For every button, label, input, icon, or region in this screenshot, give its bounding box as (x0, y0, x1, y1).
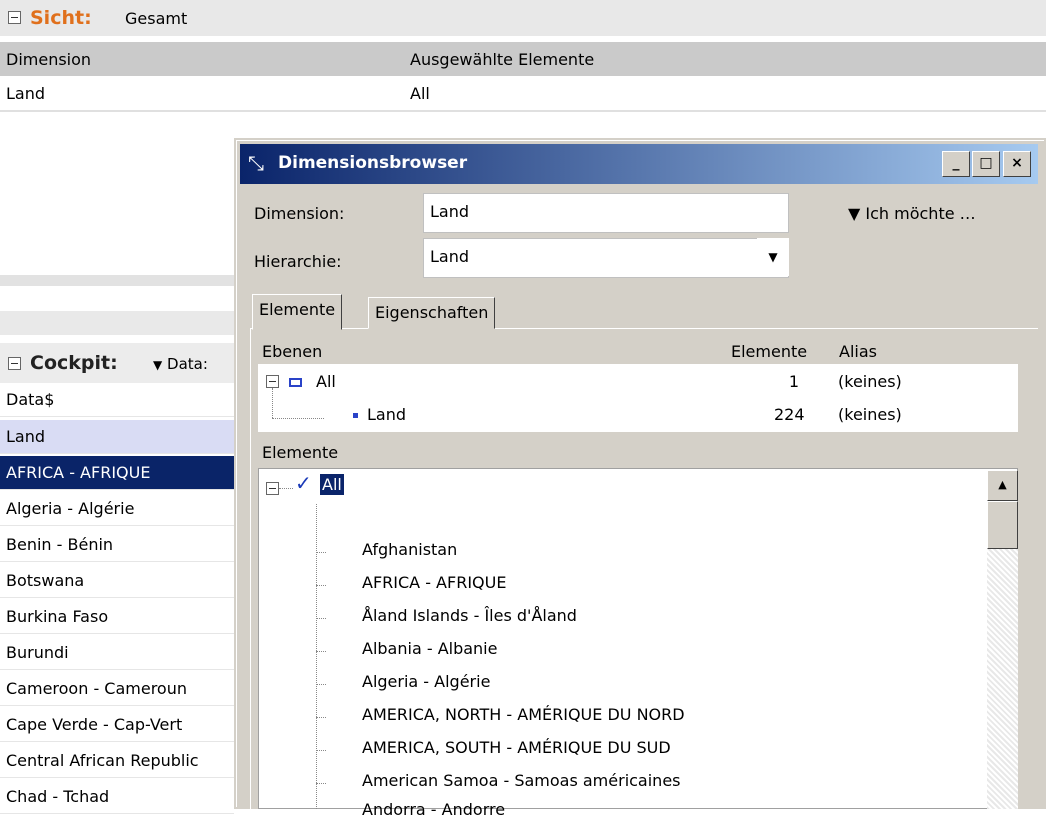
row-selected: All (410, 84, 430, 103)
tab-elemente[interactable]: Elemente (252, 294, 343, 330)
col-selected-elements: Ausgewählte Elemente (410, 50, 595, 69)
minimize-button[interactable]: _ (942, 151, 970, 177)
tree-line (316, 750, 326, 751)
hierarchie-label: Hierarchie: (254, 252, 342, 271)
collapse-icon[interactable] (8, 11, 21, 24)
tree-item[interactable]: Albania - Albanie (362, 639, 497, 658)
tree-item[interactable]: AMERICA, SOUTH - AMÉRIQUE DU SUD (362, 738, 671, 757)
tree-item[interactable]: Andorra - Andorre (362, 800, 505, 819)
row-dimension: Land (6, 84, 46, 103)
level-icon (353, 413, 358, 418)
level-count: 224 (774, 405, 805, 424)
dimension-browser-icon: ⤡ (248, 151, 264, 175)
ebenen-header: Ebenen (262, 342, 323, 361)
divider (0, 311, 240, 335)
tree-line (316, 618, 326, 619)
sicht-value: Gesamt (125, 9, 188, 28)
collapse-icon[interactable] (266, 375, 279, 388)
tree-line (316, 684, 326, 685)
list-item[interactable]: Land (0, 420, 234, 454)
tree-line (316, 717, 326, 718)
tree-item[interactable]: AMERICA, NORTH - AMÉRIQUE DU NORD (362, 705, 685, 724)
col-dimension: Dimension (6, 50, 92, 69)
maximize-button[interactable]: □ (972, 151, 1000, 177)
tree-item[interactable]: Åland Islands - Îles d'Åland (362, 606, 577, 625)
dropdown-arrow-icon: ▼ (153, 358, 163, 372)
list-item[interactable]: Cameroon - Cameroun (0, 672, 234, 706)
tree-line (316, 783, 326, 784)
ich-moechte-menu[interactable]: ▼ Ich möchte … (848, 204, 976, 223)
tree-root[interactable]: All (320, 474, 344, 495)
tree-line (272, 388, 273, 418)
tree-line (316, 552, 326, 553)
tree-item[interactable]: Afghanistan (362, 540, 457, 559)
sicht-table-header: Dimension Ausgewählte Elemente (0, 42, 1046, 76)
level-alias: (keines) (838, 405, 902, 424)
sicht-table-row[interactable]: Land All (0, 76, 1046, 112)
level-name[interactable]: Land (367, 405, 406, 424)
level-alias: (keines) (838, 372, 902, 391)
hierarchie-select[interactable]: Land (423, 238, 789, 278)
list-item[interactable]: Central African Republic (0, 744, 234, 778)
cockpit-data-label: Data: (167, 355, 208, 373)
level-name[interactable]: All (316, 372, 336, 391)
checkmark-icon: ✓ (295, 471, 312, 495)
collapse-icon[interactable] (8, 357, 21, 370)
list-item[interactable]: Burkina Faso (0, 600, 234, 634)
list-item[interactable]: Data$ (0, 383, 234, 417)
scroll-thumb[interactable] (987, 501, 1018, 549)
tree-item[interactable]: AFRICA - AFRIQUE (362, 573, 506, 592)
cockpit-data-dropdown[interactable]: ▼ Data: (153, 355, 208, 373)
tree-line (316, 585, 326, 586)
tree-line (272, 418, 324, 419)
close-button[interactable]: × (1003, 151, 1031, 177)
tab-eigenschaften[interactable]: Eigenschaften (368, 297, 496, 329)
cockpit-title: Cockpit: (30, 352, 118, 374)
dimension-field[interactable]: Land (423, 193, 789, 233)
list-item[interactable]: Cape Verde - Cap-Vert (0, 708, 234, 742)
list-item[interactable]: Botswana (0, 564, 234, 598)
tree-item[interactable]: American Samoa - Samoas américaines (362, 771, 681, 790)
level-icon (289, 378, 302, 387)
alias-header: Alias (839, 342, 877, 361)
list-item[interactable]: Benin - Bénin (0, 528, 234, 562)
tree-line (279, 488, 293, 489)
elemente-section-header: Elemente (262, 443, 339, 462)
scroll-up-button[interactable]: ▲ (987, 470, 1018, 501)
dialog-title: Dimensionsbrowser (278, 153, 468, 173)
list-item[interactable]: Algeria - Algérie (0, 492, 234, 526)
elemente-count-header: Elemente (731, 342, 808, 361)
list-item[interactable]: Burundi (0, 636, 234, 670)
tree-line (316, 504, 317, 809)
chevron-down-icon[interactable]: ▼ (757, 238, 789, 276)
sicht-title: Sicht: (30, 7, 92, 29)
tree-line (316, 651, 326, 652)
list-item-selected[interactable]: AFRICA - AFRIQUE (0, 456, 234, 490)
collapse-icon[interactable] (266, 482, 279, 495)
dimension-label: Dimension: (254, 204, 345, 223)
divider (0, 275, 240, 286)
level-count: 1 (788, 372, 799, 391)
tree-item[interactable]: Algeria - Algérie (362, 672, 490, 691)
